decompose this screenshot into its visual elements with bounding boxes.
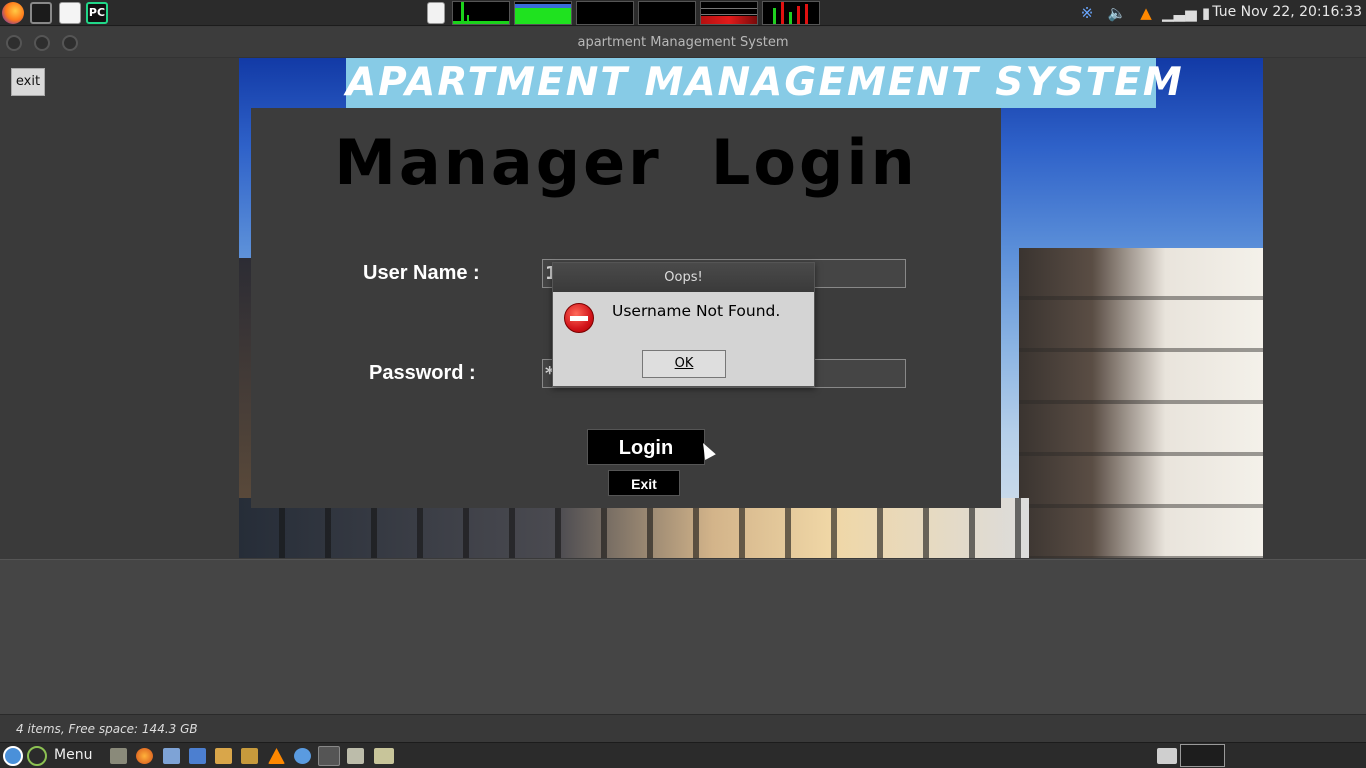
window-titlebar[interactable]: apartment Management System (0, 27, 1366, 58)
login-button[interactable]: Login (587, 429, 705, 465)
network-signal-icon[interactable]: ▁▃▅ (1162, 3, 1197, 23)
load-graph (700, 1, 758, 25)
vlc-icon[interactable] (268, 748, 285, 764)
firefox-icon[interactable] (2, 2, 24, 24)
workspace-switcher[interactable] (1180, 744, 1225, 767)
document-icon[interactable] (163, 748, 180, 764)
login-heading: Manager Login (334, 126, 918, 199)
folder-icon[interactable] (215, 748, 232, 764)
document-icon[interactable] (189, 748, 206, 764)
files-icon[interactable] (110, 748, 127, 764)
main-title-banner: APARTMENT MANAGEMENT SYSTEM (346, 58, 1182, 108)
firefox-icon[interactable] (136, 748, 153, 764)
volume-icon[interactable]: 🔈 (1107, 3, 1127, 23)
menu-power-icon[interactable] (27, 746, 47, 766)
password-label: Password : (369, 362, 476, 384)
username-label: User Name : (363, 262, 480, 284)
software-icon[interactable] (294, 748, 311, 764)
folder-icon[interactable] (374, 748, 394, 764)
mint-menu-icon[interactable] (3, 746, 23, 766)
bluetooth-icon[interactable]: ※ (1077, 3, 1097, 23)
cpu-graph (452, 1, 510, 25)
printer-icon[interactable] (1157, 748, 1177, 764)
status-bar: 4 items, Free space: 144.3 GB (0, 714, 1366, 742)
exit-small-button[interactable]: exit (11, 68, 45, 96)
file-manager-area (0, 559, 1366, 714)
folder-icon[interactable] (347, 748, 364, 764)
thermal-graph (762, 1, 820, 25)
ok-button[interactable]: OK (642, 350, 726, 378)
menu-button[interactable]: Menu (54, 747, 92, 763)
clock[interactable]: Tue Nov 22, 20:16:33 (1212, 4, 1362, 20)
exit-button[interactable]: Exit (608, 470, 680, 496)
memory-graph (514, 1, 572, 25)
window-title: apartment Management System (577, 35, 789, 50)
dialog-message: Username Not Found. (612, 302, 781, 320)
bottom-panel: Menu (0, 742, 1366, 768)
network-graph (576, 1, 634, 25)
disk-graph (638, 1, 696, 25)
archive-icon[interactable] (241, 748, 258, 764)
error-dialog: Oops! Username Not Found. OK (552, 262, 815, 387)
top-panel: PC ※ 🔈 ▲ ▁▃▅ ▮ Tue Nov 22, 20:16:33 (0, 0, 1366, 26)
window-icon[interactable] (318, 746, 340, 766)
error-icon (564, 303, 594, 333)
pycharm-icon[interactable]: PC (86, 2, 108, 24)
terminal-icon[interactable] (30, 2, 52, 24)
text-editor-icon[interactable] (59, 2, 81, 24)
status-text: 4 items, Free space: 144.3 GB (16, 722, 198, 736)
document-icon[interactable] (427, 2, 445, 24)
dialog-title[interactable]: Oops! (553, 263, 814, 292)
vlc-icon[interactable]: ▲ (1136, 3, 1156, 23)
